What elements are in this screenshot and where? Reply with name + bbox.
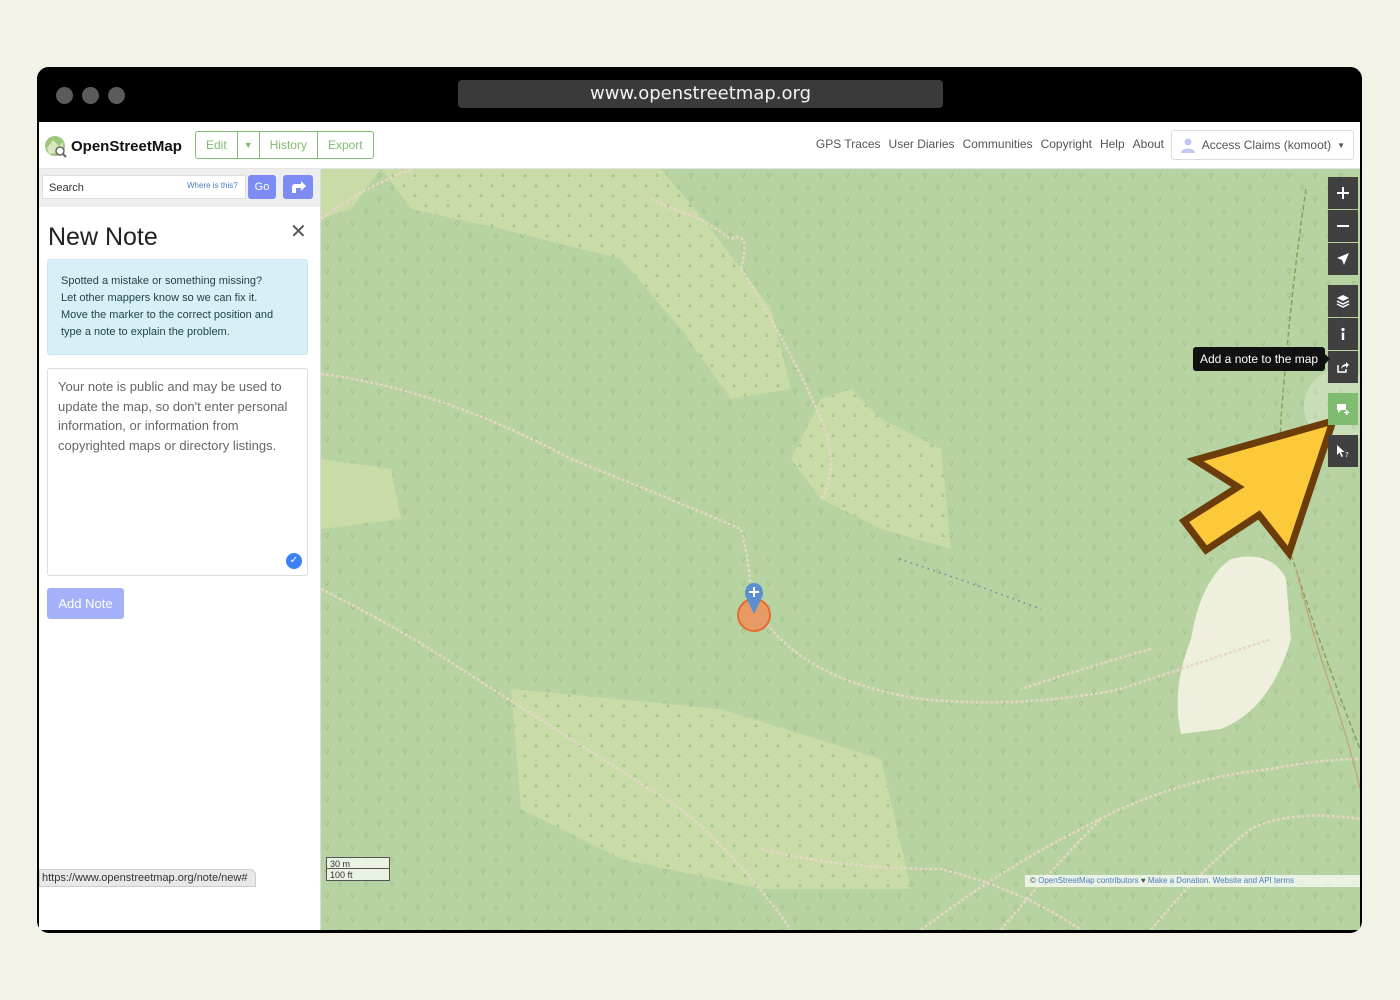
edit-dropdown-caret-icon[interactable]: ▼ (238, 132, 260, 158)
attribution-heart: ♥ (1138, 876, 1148, 885)
info-line: type a note to explain the problem. (61, 326, 230, 338)
directions-icon (292, 181, 306, 193)
nav-link-copyright[interactable]: Copyright (1041, 137, 1092, 151)
minimize-window-dot[interactable] (82, 87, 99, 104)
minus-icon (1337, 225, 1349, 227)
export-button[interactable]: Export (318, 132, 373, 158)
grammar-check-icon[interactable]: ✓ (286, 553, 302, 569)
osm-logo-icon (45, 136, 67, 158)
textarea-placeholder-line: Your note is public and may be used to (58, 379, 282, 394)
info-line: Spotted a mistake or something missing? (61, 275, 263, 287)
navbar: OpenStreetMap Edit ▼ History Export GPS … (39, 122, 1360, 169)
edit-button-group: Edit ▼ History Export (195, 131, 374, 159)
layers-icon (1336, 295, 1350, 308)
maximize-window-dot[interactable] (108, 87, 125, 104)
browser-titlebar: www.openstreetmap.org (37, 67, 1362, 122)
nav-link-help[interactable]: Help (1100, 137, 1125, 151)
go-button[interactable]: Go (248, 175, 276, 199)
location-arrow-icon (1337, 253, 1349, 265)
attribution-prefix: © (1030, 876, 1039, 885)
account-caret-icon: ▼ (1337, 140, 1345, 150)
info-box: Spotted a mistake or something missing? … (47, 259, 308, 355)
info-line: Move the marker to the correct position … (61, 309, 274, 321)
query-cursor-icon: ? (1337, 445, 1349, 459)
nav-link-communities[interactable]: Communities (963, 137, 1033, 151)
map-scale: 30 m 100 ft (326, 857, 390, 881)
nav-link-about[interactable]: About (1133, 137, 1164, 151)
share-button[interactable] (1328, 351, 1358, 383)
add-note-icon (1337, 404, 1350, 415)
history-button[interactable]: History (260, 132, 318, 158)
map-key-button[interactable] (1328, 318, 1358, 350)
sidebar: Search Where is this? Go New Note ✕ Spot… (39, 169, 321, 930)
status-bar-url: https://www.openstreetmap.org/note/new# (39, 869, 257, 887)
osm-page: OpenStreetMap Edit ▼ History Export GPS … (39, 122, 1360, 930)
attribution-contributors-link[interactable]: OpenStreetMap contributors (1038, 876, 1139, 885)
layers-button[interactable] (1328, 285, 1358, 317)
textarea-placeholder-line: information, or information from (58, 418, 239, 433)
map-tiles (321, 169, 1360, 930)
donate-link[interactable]: Make a Donation (1148, 876, 1208, 885)
scale-metric: 30 m (326, 857, 390, 869)
nav-link-user-diaries[interactable]: User Diaries (889, 137, 955, 151)
api-terms-link[interactable]: Website and API terms (1213, 876, 1294, 885)
note-textarea[interactable]: Your note is public and may be used to u… (47, 368, 308, 576)
textarea-placeholder-line: copyrighted maps or directory listings. (58, 437, 277, 453)
info-icon (1341, 327, 1345, 340)
map-canvas[interactable] (321, 169, 1360, 930)
zoom-out-button[interactable] (1328, 210, 1358, 242)
add-note-tooltip: Add a note to the map (1193, 347, 1331, 371)
user-avatar-icon (1180, 138, 1195, 153)
svg-text:?: ? (1345, 451, 1349, 458)
map-attribution: © OpenStreetMap contributors ♥ Make a Do… (1025, 875, 1360, 887)
show-location-button[interactable] (1328, 243, 1358, 275)
directions-button[interactable] (283, 175, 313, 199)
where-is-this-link[interactable]: Where is this? (187, 181, 238, 190)
zoom-in-button[interactable] (1328, 177, 1358, 209)
scale-imperial: 100 ft (326, 869, 390, 881)
nav-link-gps-traces[interactable]: GPS Traces (816, 137, 881, 151)
info-line: Let other mappers know so we can fix it. (61, 292, 258, 304)
nav-links: GPS Traces User Diaries Communities Copy… (816, 137, 1164, 151)
textarea-placeholder-line: update the map, so don't enter personal (58, 398, 288, 414)
address-bar[interactable]: www.openstreetmap.org (458, 80, 943, 108)
add-note-map-button[interactable] (1328, 393, 1358, 425)
close-window-dot[interactable] (56, 87, 73, 104)
share-icon (1337, 362, 1349, 373)
add-note-button[interactable]: Add Note (47, 588, 124, 619)
account-label: Access Claims (komoot) (1201, 138, 1332, 152)
plus-icon (1337, 187, 1349, 199)
browser-window: www.openstreetmap.org OpenStreetMap Edit… (37, 67, 1362, 933)
account-menu[interactable]: Access Claims (komoot) ▼ (1170, 130, 1354, 160)
close-icon[interactable]: ✕ (290, 219, 307, 244)
logo-text: OpenStreetMap (71, 137, 182, 155)
search-bar: Search Where is this? Go (39, 169, 320, 207)
edit-button[interactable]: Edit (196, 132, 238, 158)
query-features-button[interactable]: ? (1328, 435, 1358, 467)
page-title: New Note (48, 223, 158, 251)
osm-logo[interactable]: OpenStreetMap (43, 133, 182, 159)
